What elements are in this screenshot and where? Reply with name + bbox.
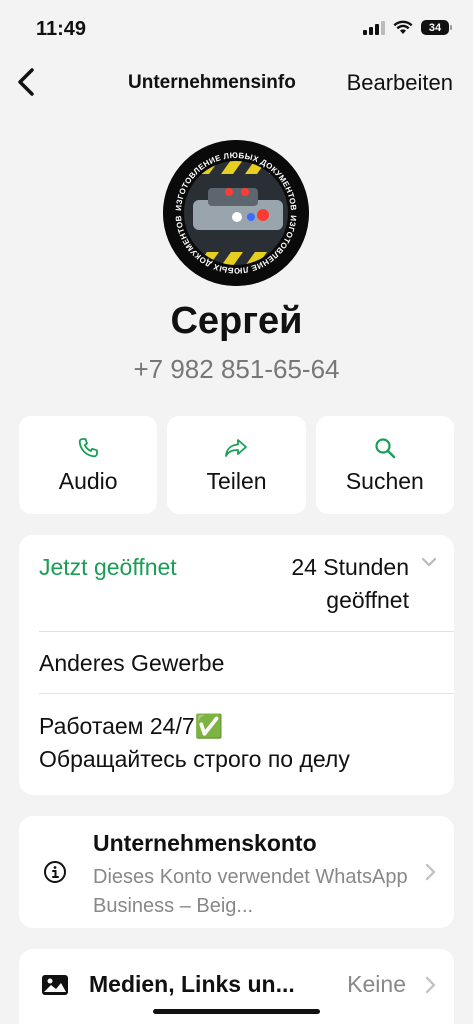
avatar[interactable]: ИЗГОТОВЛЕНИЕ ЛЮБЫХ ДОКУМЕНТОВ ИЗГОТОВЛЕН…	[163, 140, 309, 286]
nav-bar: Unternehmensinfo Bearbeiten	[0, 60, 473, 104]
account-title: Unternehmenskonto	[93, 830, 317, 856]
status-bar: 11:49 34	[0, 0, 473, 56]
business-description: Работаем 24/7✅ Обращайтесь строго по дел…	[39, 713, 350, 772]
open-status: Jetzt geöffnet	[39, 554, 177, 580]
battery-icon: 34	[421, 20, 452, 35]
audio-call-button[interactable]: Audio	[19, 416, 158, 514]
audio-label: Audio	[58, 467, 118, 494]
chevron-down-icon[interactable]	[420, 555, 438, 569]
share-label: Teilen	[206, 467, 267, 494]
search-button[interactable]: Suchen	[315, 416, 454, 514]
search-label: Suchen	[345, 467, 424, 494]
home-indicator[interactable]	[153, 1009, 320, 1014]
chevron-right-icon	[425, 976, 436, 994]
divider	[39, 693, 454, 694]
wifi-icon	[393, 20, 413, 34]
phone-icon	[78, 437, 99, 457]
edit-button[interactable]: Bearbeiten	[347, 70, 453, 96]
status-icons: 34	[363, 20, 452, 35]
chevron-left-icon	[18, 68, 34, 96]
profile-phone[interactable]: +7 982 851-65-64	[0, 354, 473, 385]
business-account-card[interactable]: Unternehmenskonto Dieses Konto verwendet…	[19, 816, 454, 928]
back-button[interactable]	[12, 64, 42, 100]
status-time: 11:49	[36, 18, 87, 40]
share-icon	[225, 438, 248, 457]
media-title: Medien, Links un...	[89, 971, 295, 997]
image-icon	[42, 975, 68, 995]
action-buttons: Audio Teilen Suchen	[19, 416, 454, 514]
signal-icon	[363, 20, 385, 35]
share-button[interactable]: Teilen	[167, 416, 306, 514]
info-icon	[44, 861, 66, 883]
divider	[39, 631, 454, 632]
account-subtitle: Dieses Konto verwendet WhatsApp Business…	[93, 866, 408, 917]
chevron-right-icon	[425, 863, 436, 881]
search-icon	[375, 437, 396, 458]
avatar-image: ИЗГОТОВЛЕНИЕ ЛЮБЫХ ДОКУМЕНТОВ ИЗГОТОВЛЕН…	[163, 140, 309, 286]
page-title: Unternehmensinfo	[128, 72, 296, 93]
profile-name: Сергей	[170, 300, 303, 342]
media-count: Keine	[347, 971, 406, 997]
business-info-card: Jetzt geöffnet 24 Stunden geöffnet Ander…	[19, 535, 454, 795]
business-category: Anderes Gewerbe	[39, 650, 225, 676]
business-hours[interactable]: 24 Stunden geöffnet	[209, 551, 409, 617]
